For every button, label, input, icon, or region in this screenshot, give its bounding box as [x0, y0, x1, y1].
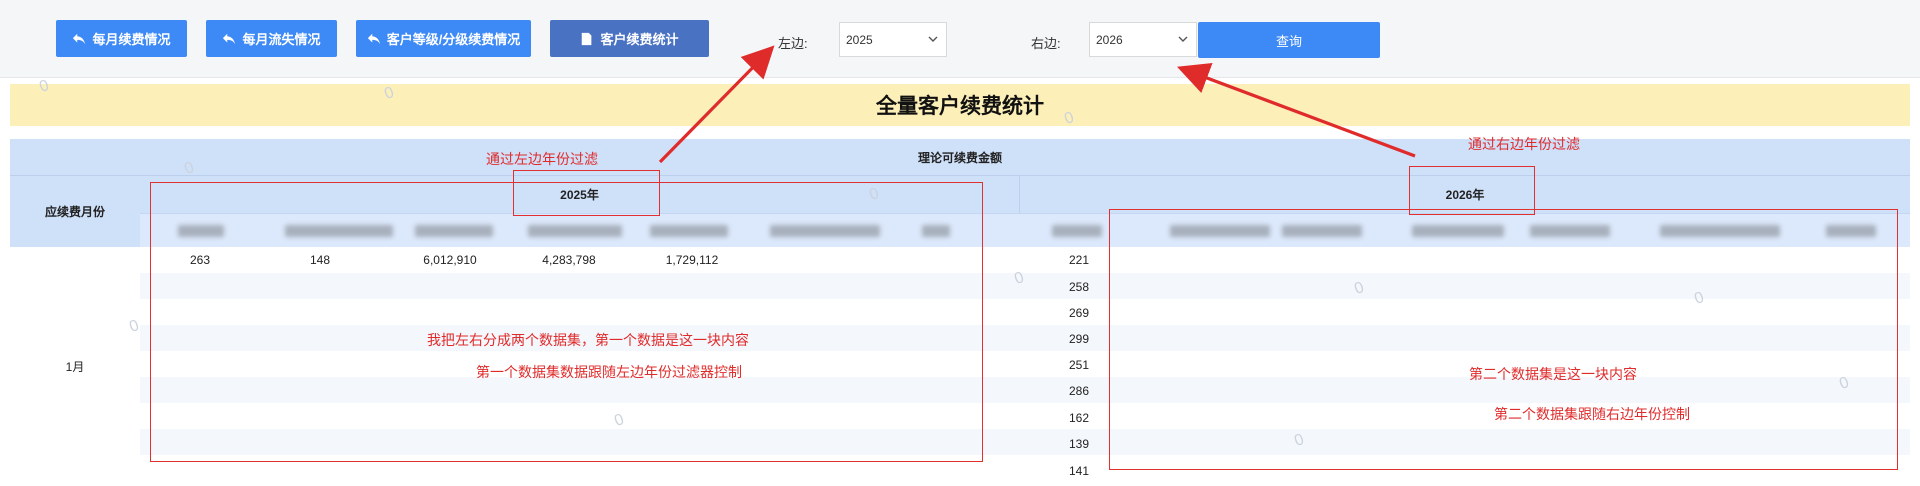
right-dataset-annotation-2: 第二个数据集跟随右边年份控制 — [1494, 406, 1690, 422]
right-dataset-annotation-1: 第二个数据集是这一块内容 — [1469, 366, 1637, 382]
left-dataset-annotation-2: 第一个数据集数据跟随左边年份过滤器控制 — [476, 364, 742, 380]
left-filter-annotation: 通过左边年份过滤 — [486, 151, 598, 167]
right-filter-annotation: 通过右边年份过滤 — [1468, 136, 1580, 152]
left-dataset-annotation-1: 我把左右分成两个数据集，第一个数据是这一块内容 — [427, 332, 749, 348]
left-filter-arrow — [658, 45, 775, 164]
right-filter-arrow — [1177, 63, 1416, 158]
